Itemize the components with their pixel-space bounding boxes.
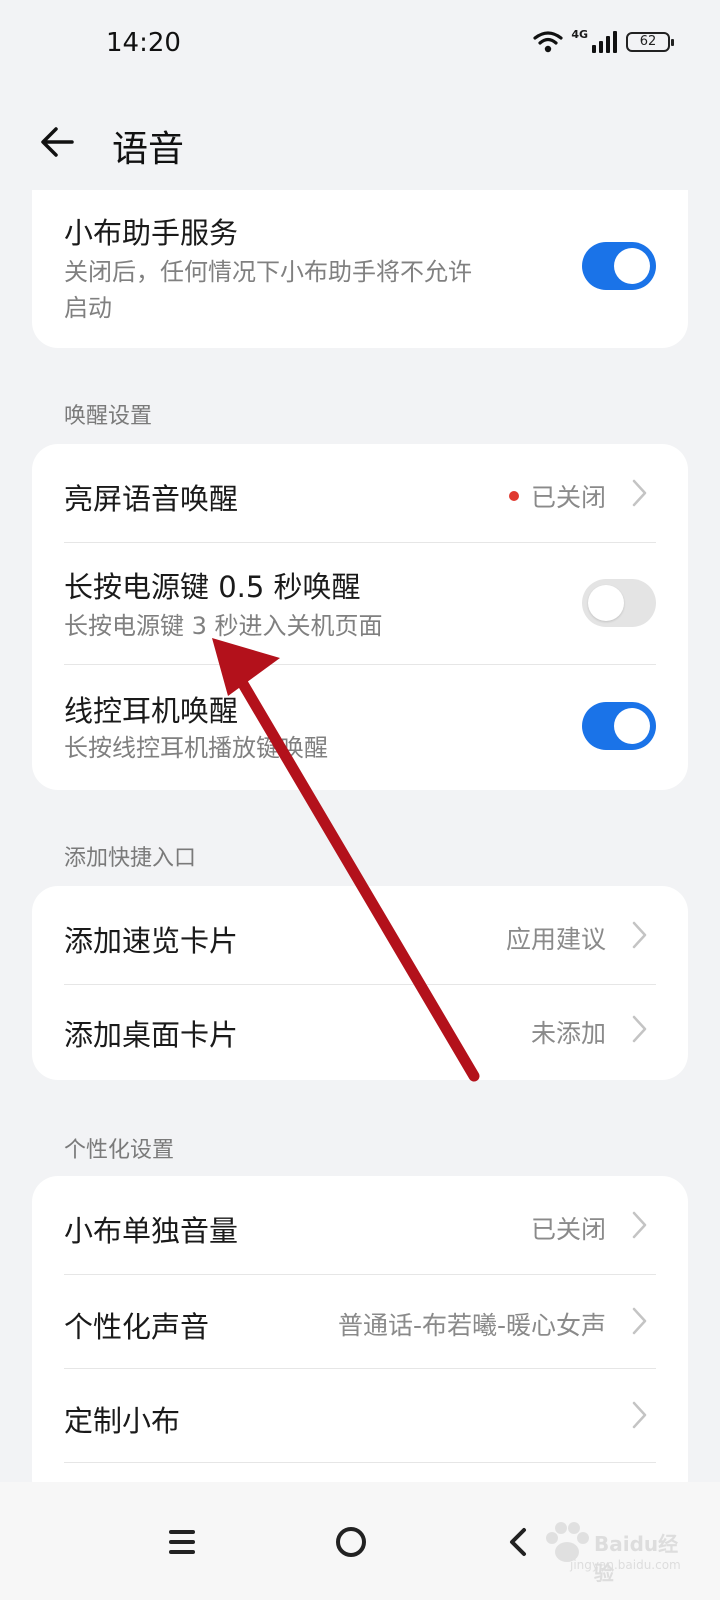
- item-title: 小布单独音量: [64, 1214, 239, 1248]
- watermark-brand: Baidu经验: [594, 1532, 679, 1585]
- item-title: 个性化声音: [64, 1310, 210, 1344]
- item-value-text: 已关闭: [530, 483, 606, 512]
- item-value: 应用建议: [505, 925, 606, 954]
- headset-toggle[interactable]: [582, 702, 656, 750]
- menu-icon[interactable]: [156, 1516, 208, 1568]
- service-title: 小布助手服务: [64, 216, 239, 250]
- item-value: 已关闭: [530, 1215, 606, 1244]
- wake-card: 亮屏语音唤醒 已关闭 长按电源键 0.5 秒唤醒 长按电源键 3 秒进入关机页面…: [32, 444, 688, 790]
- divider: [64, 1462, 656, 1463]
- wifi-icon: [533, 31, 563, 53]
- watermark-url: jingyan.baidu.com: [570, 1558, 681, 1572]
- item-subtitle: 长按电源键 3 秒进入关机页面: [64, 612, 383, 640]
- service-card: 小布助手服务 关闭后，任何情况下小布助手将不允许 启动: [32, 190, 688, 348]
- back-chevron-icon[interactable]: [494, 1516, 546, 1568]
- list-item-quick-card[interactable]: 添加速览卡片 应用建议: [64, 886, 656, 984]
- item-value: 普通话-布若曦-暖心女声: [337, 1311, 606, 1340]
- item-value: 已关闭: [508, 478, 606, 514]
- item-subtitle: 长按线控耳机播放键唤醒: [64, 734, 328, 762]
- list-item-voice[interactable]: 个性化声音 普通话-布若曦-暖心女声: [64, 1274, 656, 1368]
- section-label-shortcuts: 添加快捷入口: [64, 846, 197, 871]
- chevron-right-icon: [632, 1307, 647, 1335]
- battery-level: 62: [639, 34, 657, 49]
- page-title: 语音: [112, 129, 185, 170]
- section-label-wake: 唤醒设置: [64, 404, 153, 429]
- chevron-right-icon: [632, 1211, 647, 1239]
- chevron-right-icon: [632, 479, 647, 507]
- item-title: 长按电源键 0.5 秒唤醒: [64, 570, 361, 604]
- baidu-watermark: Baidu经验 jingyan.baidu.com: [540, 1512, 681, 1585]
- status-dot: [508, 491, 519, 501]
- list-item-volume[interactable]: 小布单独音量 已关闭: [64, 1176, 656, 1274]
- home-circle-icon[interactable]: [325, 1516, 377, 1568]
- item-value: 未添加: [530, 1019, 606, 1048]
- status-bar: 14:20 4G 62: [0, 0, 720, 92]
- list-item-desktop-card[interactable]: 添加桌面卡片 未添加: [64, 984, 656, 1080]
- service-subtitle-line2: 启动: [64, 294, 112, 322]
- service-subtitle-line1: 关闭后，任何情况下小布助手将不允许: [64, 258, 472, 286]
- section-label-personal: 个性化设置: [64, 1138, 175, 1163]
- toggle-knob: [588, 585, 624, 621]
- signal-icon: [592, 31, 617, 53]
- item-title: 线控耳机唤醒: [64, 694, 239, 728]
- service-toggle[interactable]: [582, 242, 656, 290]
- shortcuts-card: 添加速览卡片 应用建议 添加桌面卡片 未添加: [32, 886, 688, 1080]
- list-item-screen-wake[interactable]: 亮屏语音唤醒 已关闭: [64, 444, 656, 542]
- item-title: 添加桌面卡片: [64, 1018, 239, 1052]
- list-item-customize[interactable]: 定制小布: [64, 1368, 656, 1462]
- back-arrow-icon[interactable]: [36, 120, 80, 164]
- app-header: 语音: [0, 92, 720, 192]
- power-key-toggle[interactable]: [582, 579, 656, 627]
- item-title: 亮屏语音唤醒: [64, 482, 239, 516]
- status-time: 14:20: [106, 28, 181, 58]
- service-row[interactable]: 小布助手服务 关闭后，任何情况下小布助手将不允许 启动: [64, 190, 656, 348]
- personal-card: 小布单独音量 已关闭 个性化声音 普通话-布若曦-暖心女声 定制小布: [32, 1176, 688, 1506]
- item-title: 定制小布: [64, 1404, 181, 1438]
- list-item-headset-wake[interactable]: 线控耳机唤醒 长按线控耳机播放键唤醒: [64, 664, 656, 790]
- toggle-knob: [614, 248, 650, 284]
- toggle-knob: [614, 708, 650, 744]
- item-title: 添加速览卡片: [64, 924, 239, 958]
- system-nav-bar: Baidu经验 jingyan.baidu.com: [0, 1482, 720, 1600]
- status-icons: 4G 62: [533, 28, 674, 54]
- battery-icon: 62: [626, 32, 674, 52]
- chevron-right-icon: [632, 1015, 647, 1043]
- chevron-right-icon: [632, 921, 647, 949]
- list-item-power-key-wake[interactable]: 长按电源键 0.5 秒唤醒 长按电源键 3 秒进入关机页面: [64, 542, 656, 664]
- network-type: 4G: [571, 28, 588, 41]
- chevron-right-icon: [632, 1401, 647, 1429]
